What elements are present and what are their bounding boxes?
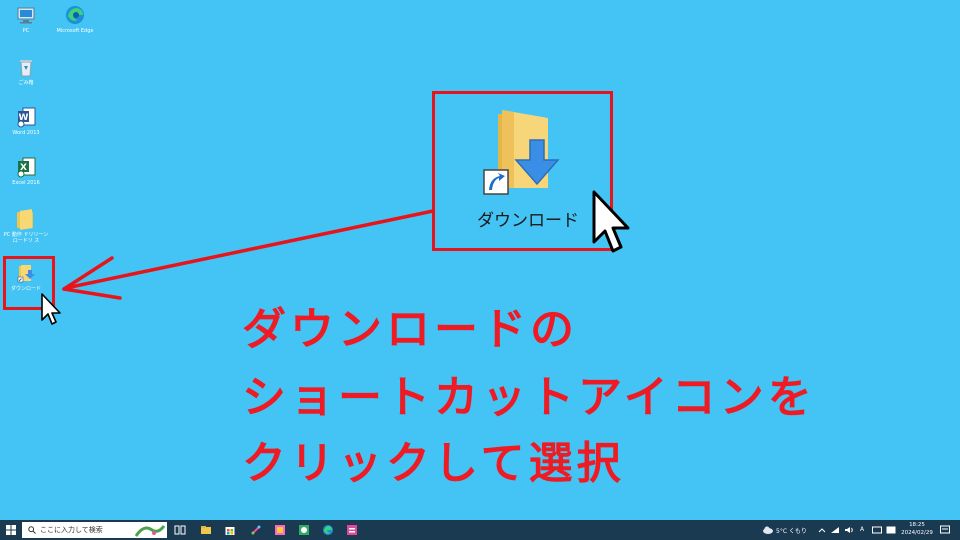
clock[interactable]: 18:25 2024/02/29 bbox=[900, 521, 934, 537]
chevron-up-icon[interactable] bbox=[818, 527, 826, 533]
desktop: PC Microsoft Edge ごみ箱 W Word 2013 X Exce… bbox=[0, 0, 960, 520]
volume-icon[interactable] bbox=[844, 526, 854, 534]
clock-time: 18:25 bbox=[909, 522, 925, 528]
snipping-tool-icon[interactable] bbox=[298, 524, 310, 536]
pinned-app-icon[interactable] bbox=[346, 524, 358, 536]
paint-app-icon[interactable] bbox=[250, 524, 262, 536]
file-explorer-icon[interactable] bbox=[200, 524, 212, 536]
instruction-line-3: クリックして選択 bbox=[242, 438, 625, 489]
search-icon bbox=[28, 526, 36, 534]
weather-cloud-icon[interactable] bbox=[762, 525, 774, 535]
windows-start-icon[interactable] bbox=[6, 525, 16, 535]
search-placeholder: ここに入力して検索 bbox=[40, 526, 103, 534]
task-view-icon[interactable] bbox=[174, 524, 186, 536]
weather-text[interactable]: 5°C くもり bbox=[776, 526, 807, 535]
notification-icon[interactable] bbox=[940, 525, 950, 535]
keyboard-icon[interactable] bbox=[872, 526, 882, 534]
instruction-line-1: ダウンロードの bbox=[242, 304, 578, 355]
clock-date: 2024/02/29 bbox=[901, 530, 933, 536]
input-mode-icon[interactable] bbox=[886, 526, 896, 534]
edge-taskbar-icon[interactable] bbox=[322, 524, 334, 536]
search-box[interactable]: ここに入力して検索 bbox=[22, 522, 167, 538]
photos-app-icon[interactable] bbox=[274, 524, 286, 536]
instruction-line-2: ショートカットアイコンを bbox=[242, 372, 816, 423]
network-icon[interactable] bbox=[830, 526, 840, 534]
taskbar: ここに入力して検索 5°C くもり A 18:25 2024/02/29 bbox=[0, 520, 960, 540]
ime-indicator[interactable]: A bbox=[860, 526, 864, 533]
store-icon[interactable] bbox=[224, 524, 236, 536]
search-highlight-art-icon bbox=[134, 525, 166, 537]
